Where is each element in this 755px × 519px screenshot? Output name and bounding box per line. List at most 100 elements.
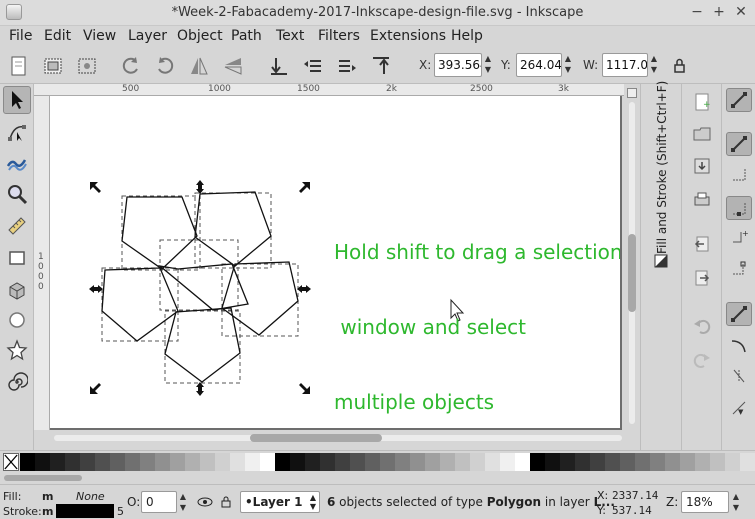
palette-swatch[interactable] xyxy=(275,453,290,471)
rotate-ccw-icon[interactable] xyxy=(118,53,144,79)
palette-swatch[interactable] xyxy=(365,453,380,471)
lower-icon[interactable] xyxy=(334,53,360,79)
palette-swatch[interactable] xyxy=(320,453,335,471)
star-tool-icon[interactable] xyxy=(3,336,31,364)
menu-view[interactable]: View xyxy=(83,28,116,44)
undo-icon[interactable] xyxy=(689,314,715,338)
palette-swatch[interactable] xyxy=(695,453,710,471)
print-icon[interactable] xyxy=(689,188,715,212)
select-all-layers-icon[interactable] xyxy=(40,53,66,79)
zoom-corner-icon[interactable] xyxy=(627,88,637,98)
3d-box-tool-icon[interactable] xyxy=(3,276,31,304)
palette-swatch[interactable] xyxy=(215,453,230,471)
palette-swatch[interactable] xyxy=(500,453,515,471)
menu-help[interactable]: Help xyxy=(451,28,483,44)
menu-object[interactable]: Object xyxy=(177,28,223,44)
redo-icon[interactable] xyxy=(689,348,715,372)
x-field[interactable]: 393.564 xyxy=(434,53,482,77)
raise-icon[interactable] xyxy=(300,53,326,79)
palette-swatch[interactable] xyxy=(95,453,110,471)
rotate-cw-icon[interactable] xyxy=(152,53,178,79)
snap-smooth-icon[interactable] xyxy=(726,364,752,388)
palette-swatch[interactable] xyxy=(230,453,245,471)
palette-swatch[interactable] xyxy=(35,453,50,471)
palette-swatch[interactable] xyxy=(305,453,320,471)
palette-swatch[interactable] xyxy=(170,453,185,471)
flip-vertical-icon[interactable] xyxy=(220,53,246,79)
save-icon[interactable] xyxy=(689,154,715,178)
stroke-width-value[interactable]: 5 xyxy=(117,505,124,518)
opacity-field[interactable]: 0 xyxy=(141,491,177,513)
flip-horizontal-icon[interactable] xyxy=(186,53,212,79)
palette-swatch[interactable] xyxy=(455,453,470,471)
palette-swatch[interactable] xyxy=(635,453,650,471)
palette-swatch[interactable] xyxy=(395,453,410,471)
menu-extensions[interactable]: Extensions xyxy=(370,28,446,44)
spiral-tool-icon[interactable] xyxy=(3,368,31,396)
select-all-icon[interactable] xyxy=(6,53,32,79)
palette-swatch[interactable] xyxy=(470,453,485,471)
visibility-eye-icon[interactable] xyxy=(197,494,213,510)
zoom-spinner[interactable]: ▲ ▼ xyxy=(730,491,742,513)
vertical-scroll-thumb[interactable] xyxy=(628,234,636,312)
palette-swatch[interactable] xyxy=(575,453,590,471)
palette-swatch[interactable] xyxy=(50,453,65,471)
snap-paths-icon[interactable] xyxy=(726,302,752,326)
palette-swatch[interactable] xyxy=(245,453,260,471)
open-folder-icon[interactable] xyxy=(689,122,715,146)
menu-text[interactable]: Text xyxy=(276,28,304,44)
tweak-tool-icon[interactable] xyxy=(3,148,31,176)
snap-cusp-icon[interactable] xyxy=(726,334,752,358)
w-spinner[interactable]: ▲ ▼ xyxy=(648,53,660,77)
palette-swatch[interactable] xyxy=(260,453,275,471)
minimize-icon[interactable]: − xyxy=(688,3,706,21)
menu-edit[interactable]: Edit xyxy=(44,28,71,44)
palette-swatch[interactable] xyxy=(20,453,35,471)
menu-layer[interactable]: Layer xyxy=(128,28,167,44)
palette-swatch[interactable] xyxy=(740,453,755,471)
no-paint-swatch[interactable] xyxy=(3,453,19,471)
zoom-field[interactable]: 18% xyxy=(681,491,729,513)
y-field[interactable]: 264.049 xyxy=(516,53,562,77)
palette-swatch[interactable] xyxy=(140,453,155,471)
measure-tool-icon[interactable] xyxy=(3,212,31,240)
palette-swatch[interactable] xyxy=(530,453,545,471)
x-spinner[interactable]: ▲ ▼ xyxy=(482,53,494,77)
current-layer-dropdown[interactable]: •Layer 1 ▲ ▼ xyxy=(240,491,320,513)
raise-to-top-icon[interactable] xyxy=(266,53,292,79)
snap-bbox-icon[interactable] xyxy=(726,132,752,156)
snap-bbox-center-icon[interactable]: + xyxy=(726,226,752,250)
palette-swatch[interactable] xyxy=(620,453,635,471)
palette-swatch[interactable] xyxy=(65,453,80,471)
y-spinner[interactable]: ▲ ▼ xyxy=(562,53,574,77)
palette-swatch[interactable] xyxy=(515,453,530,471)
ellipse-tool-icon[interactable] xyxy=(3,306,31,334)
drawing-canvas[interactable]: Hold shift to drag a selection window an… xyxy=(50,96,622,430)
palette-swatch[interactable] xyxy=(155,453,170,471)
menu-file[interactable]: File xyxy=(9,28,32,44)
layer-lock-icon[interactable] xyxy=(219,494,233,510)
lock-icon[interactable] xyxy=(666,53,692,79)
palette-swatch[interactable] xyxy=(200,453,215,471)
export-icon[interactable] xyxy=(689,266,715,290)
snap-midpoints-icon[interactable]: ▼ xyxy=(726,396,752,420)
palette-swatch[interactable] xyxy=(185,453,200,471)
palette-swatch[interactable] xyxy=(710,453,725,471)
palette-swatch[interactable] xyxy=(590,453,605,471)
opacity-spinner[interactable]: ▲ ▼ xyxy=(177,491,189,513)
close-icon[interactable]: ✕ xyxy=(732,3,750,21)
maximize-icon[interactable]: + xyxy=(710,3,728,21)
snap-enable-icon[interactable] xyxy=(726,88,752,112)
palette-swatch[interactable] xyxy=(665,453,680,471)
palette-swatch[interactable] xyxy=(425,453,440,471)
lower-to-bottom-icon[interactable] xyxy=(368,53,394,79)
snap-nodes-icon[interactable] xyxy=(726,258,752,282)
snap-bbox-midpoint-icon[interactable] xyxy=(726,196,752,220)
horizontal-scroll-thumb[interactable] xyxy=(250,434,382,442)
palette-scroll-thumb[interactable] xyxy=(4,475,82,481)
zoom-tool-icon[interactable] xyxy=(3,180,31,208)
w-field[interactable]: 1117.09 xyxy=(602,53,648,77)
new-document-icon[interactable]: + xyxy=(689,90,715,114)
pentagon-shapes[interactable] xyxy=(101,191,299,383)
palette-swatch[interactable] xyxy=(485,453,500,471)
